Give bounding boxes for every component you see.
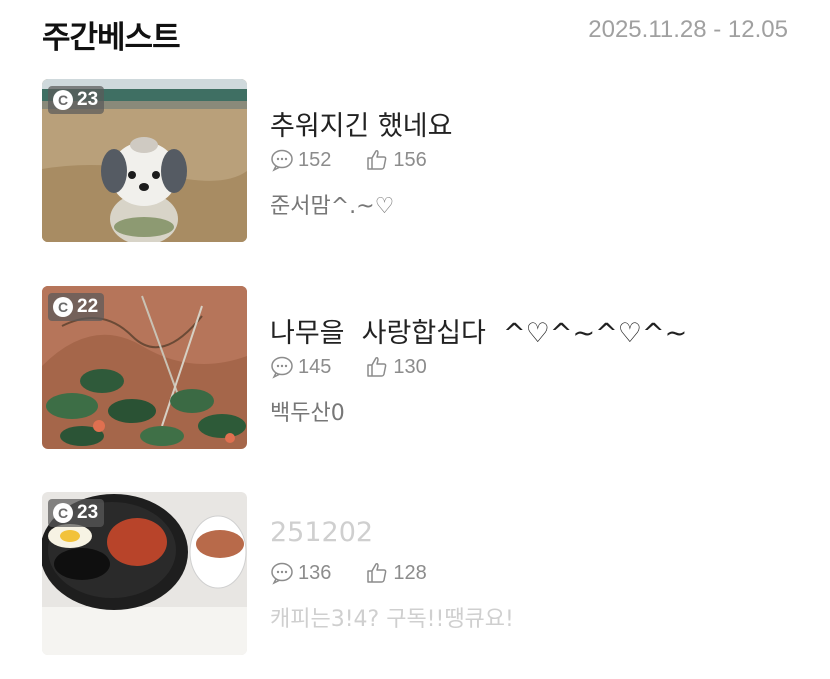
post-item[interactable]: C 22 나무을 사랑합십다 ^♡^~^♡^~ 145 130 백두산0 [42,286,802,450]
post-thumbnail[interactable]: C 23 [42,79,247,242]
c-circle-icon: C [53,297,73,317]
post-author[interactable]: 준서맘^.~♡ [270,188,394,220]
rank-badge: C 22 [48,293,105,321]
comment-icon [271,149,293,172]
comment-icon [271,562,293,585]
post-title[interactable]: 나무을 사랑합십다 ^♡^~^♡^~ [270,311,687,350]
weekly-best-header: 주간베스트 2025.11.28 - 12.05 [0,0,830,70]
thumbs-up-icon [367,150,387,170]
post-author[interactable]: 백두산0 [270,395,345,427]
thumbs-up-icon [367,563,387,583]
c-circle-icon: C [53,503,73,523]
post-item[interactable]: C 23 추워지긴 했네요 152 156 준서맘^.~♡ [42,79,802,243]
post-stats: 152 156 [270,148,461,172]
c-circle-icon: C [53,90,73,110]
post-item[interactable]: C 23 251202 136 128 캐피는3!4? 구독!!땡큐요! [42,492,802,656]
thumbs-up-icon [367,357,387,377]
like-count: 128 [365,561,427,585]
post-thumbnail[interactable]: C 23 [42,492,247,655]
section-title: 주간베스트 [42,20,181,56]
post-thumbnail[interactable]: C 22 [42,286,247,449]
comment-count: 145 [270,355,331,379]
rank-badge: C 23 [48,86,105,114]
comment-count: 136 [270,561,331,585]
post-stats: 136 128 [270,561,461,585]
like-count: 156 [365,148,427,172]
rank-badge: C 23 [48,499,105,527]
post-author[interactable]: 캐피는3!4? 구독!!땡큐요! [270,601,514,633]
date-range: 2025.11.28 - 12.05 [588,16,788,43]
post-stats: 145 130 [270,355,461,379]
comment-count: 152 [270,148,331,172]
post-title[interactable]: 251202 [270,517,373,548]
post-title[interactable]: 추워지긴 했네요 [270,104,452,143]
comment-icon [271,356,293,379]
like-count: 130 [365,355,427,379]
